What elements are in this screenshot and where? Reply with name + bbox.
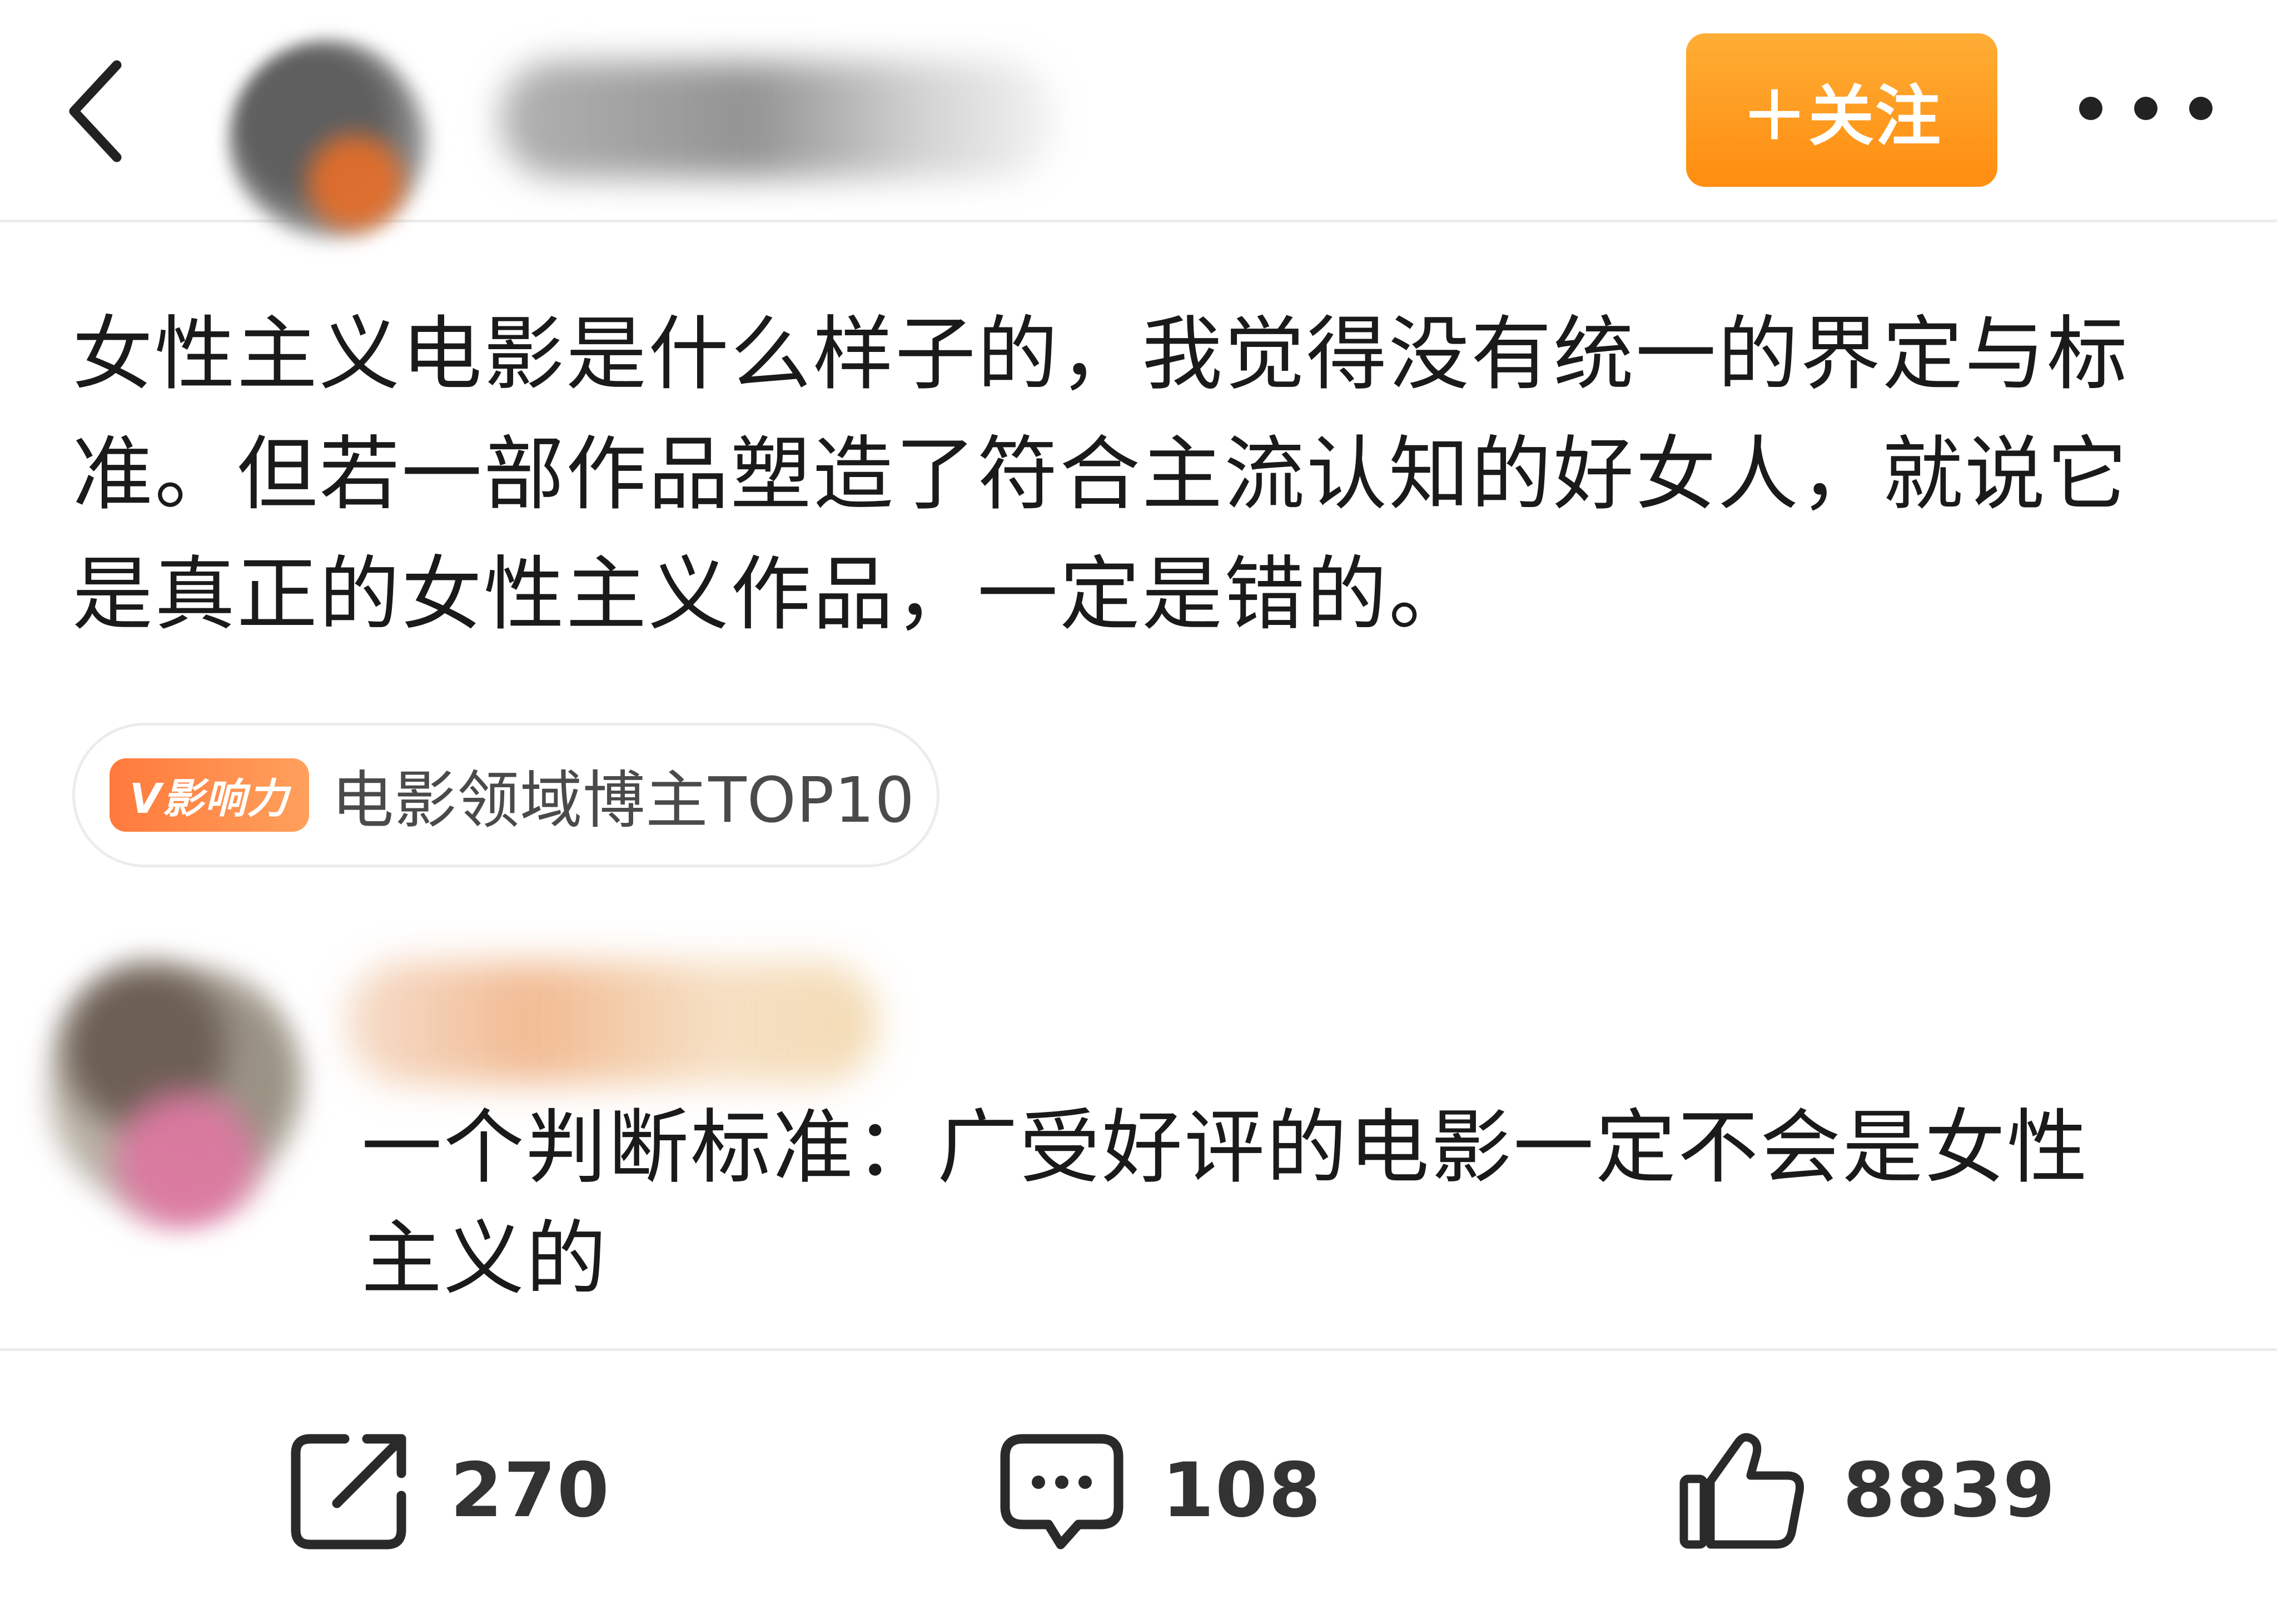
post-text: 女性主义电影是什么样子的，我觉得没有统一的界定与标准。但若一部作品塑造了符合主流… xyxy=(72,307,2129,642)
post-detail-page: ＋关注 女性主义电影是什么样子的，我觉得没有统一的界定与标准。但若一部作品塑造了… xyxy=(0,0,2277,1624)
back-button[interactable] xyxy=(44,44,145,178)
thumbs-up-icon xyxy=(1679,1433,1804,1549)
share-icon xyxy=(291,1434,406,1549)
chevron-left-icon xyxy=(69,60,122,162)
more-dots-icon xyxy=(2079,97,2102,120)
more-dot xyxy=(2189,97,2213,120)
follow-button[interactable]: ＋关注 xyxy=(1686,33,1997,187)
comment-count: 108 xyxy=(1162,1446,1322,1534)
like-count: 8839 xyxy=(1843,1446,2056,1534)
more-options-button[interactable] xyxy=(2079,75,2213,142)
like-button[interactable]: 8839 xyxy=(1676,1423,2056,1557)
author-avatar[interactable] xyxy=(228,39,434,245)
comment-text: 一个判断标准：广受好评的电影一定不会是女性主义的 xyxy=(361,1101,2089,1306)
more-dot xyxy=(2134,97,2157,120)
comment-button[interactable]: 108 xyxy=(995,1423,1322,1557)
commenter-name-redacted[interactable] xyxy=(345,962,878,1084)
repost-button[interactable]: 270 xyxy=(284,1423,610,1557)
comment-bubble-icon xyxy=(1000,1434,1123,1549)
influence-tag: V影响力 xyxy=(110,758,310,832)
action-bar: 270 108 8839 xyxy=(0,1348,2277,1624)
influence-badge-text: 电影领域博主TOP10 xyxy=(331,764,915,837)
repost-count: 270 xyxy=(450,1446,610,1534)
top-bar: ＋关注 xyxy=(0,0,2277,245)
author-name-redacted[interactable] xyxy=(500,61,1056,178)
influence-badge[interactable]: V影响力 电影领域博主TOP10 xyxy=(72,723,939,867)
commenter-avatar[interactable] xyxy=(33,945,311,1234)
